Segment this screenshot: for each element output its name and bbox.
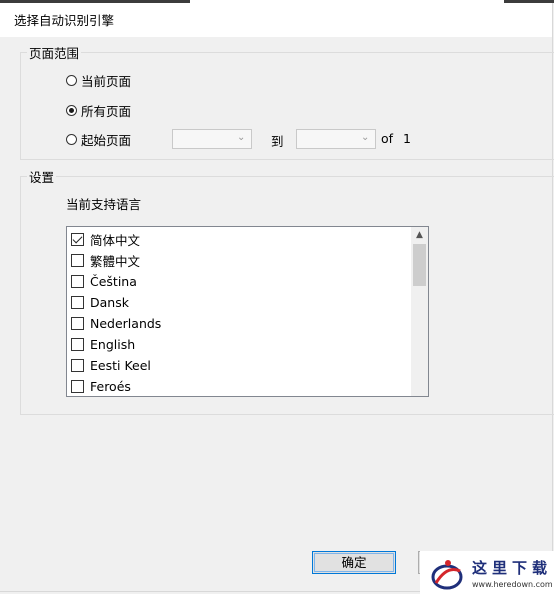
language-label: 繁體中文 [90, 253, 141, 269]
dialog-title: 选择自动识别引擎 [14, 13, 115, 28]
chevron-down-icon: ⌄ [237, 132, 246, 143]
list-item[interactable]: Nederlands [71, 314, 161, 332]
to-label: 到 [271, 134, 284, 149]
language-checkbox[interactable] [71, 358, 84, 372]
language-label: Nederlands [90, 315, 162, 331]
supported-languages-label: 当前支持语言 [66, 197, 142, 212]
language-label: Feroés [90, 378, 131, 394]
radio-current-page[interactable]: 当前页面 [66, 71, 131, 89]
chevron-down-icon: ⌄ [361, 132, 370, 143]
to-page-combo[interactable]: ⌄ [296, 129, 376, 149]
ok-button[interactable]: 确定 [312, 551, 396, 574]
list-item[interactable]: Dansk [71, 293, 129, 311]
list-item[interactable]: 繁體中文 [71, 251, 140, 269]
language-list[interactable]: 简体中文 繁體中文 Čeština Dansk Nederlands Engli… [66, 226, 429, 397]
radio-start-page-label: 起始页面 [81, 132, 132, 148]
language-label: Dansk [90, 294, 129, 310]
watermark-logo-icon [431, 560, 463, 590]
scroll-thumb[interactable] [413, 244, 426, 286]
radio-current-page-button[interactable] [66, 74, 77, 86]
language-label: Čeština [90, 273, 137, 289]
language-checkbox[interactable] [71, 295, 84, 309]
title-bar[interactable]: 选择自动识别引擎 [0, 3, 552, 37]
language-checkbox[interactable] [71, 274, 84, 288]
language-label: Eesti Keel [90, 357, 151, 373]
settings-legend: 设置 [29, 170, 55, 185]
list-item[interactable]: Eesti Keel [71, 356, 151, 374]
scroll-up-arrow-icon[interactable]: ▲ [411, 227, 428, 244]
from-page-combo[interactable]: ⌄ [172, 129, 252, 149]
radio-all-pages[interactable]: 所有页面 [66, 101, 131, 119]
language-checkbox[interactable] [71, 232, 84, 246]
list-item[interactable]: English [71, 335, 135, 353]
radio-start-page-button[interactable] [66, 133, 77, 145]
language-label: English [90, 336, 136, 352]
radio-all-pages-button[interactable] [66, 104, 77, 116]
watermark-url: www.heredown.com [472, 580, 553, 589]
language-checkbox[interactable] [71, 316, 84, 330]
language-label: 简体中文 [90, 232, 141, 248]
language-checkbox[interactable] [71, 253, 84, 267]
list-item[interactable]: 简体中文 [71, 230, 140, 248]
of-label: of [381, 131, 394, 146]
list-item[interactable]: Čeština [71, 272, 137, 290]
recognition-engine-dialog: 选择自动识别引擎 页面范围 当前页面 所有页面 起始页面 ⌄ 到 ⌄ of 1 … [0, 3, 554, 592]
radio-start-page[interactable]: 起始页面 [66, 130, 131, 148]
watermark: 这里下载 www.heredown.com [420, 551, 554, 594]
list-item[interactable]: Feroés [71, 377, 131, 395]
total-pages: 1 [403, 131, 411, 146]
language-checkbox[interactable] [71, 379, 84, 393]
page-range-legend: 页面范围 [29, 46, 80, 61]
language-checkbox[interactable] [71, 337, 84, 351]
radio-all-pages-label: 所有页面 [81, 103, 132, 119]
radio-current-page-label: 当前页面 [81, 73, 132, 89]
watermark-title: 这里下载 [472, 559, 553, 577]
language-list-scrollbar[interactable]: ▲ [411, 227, 428, 396]
